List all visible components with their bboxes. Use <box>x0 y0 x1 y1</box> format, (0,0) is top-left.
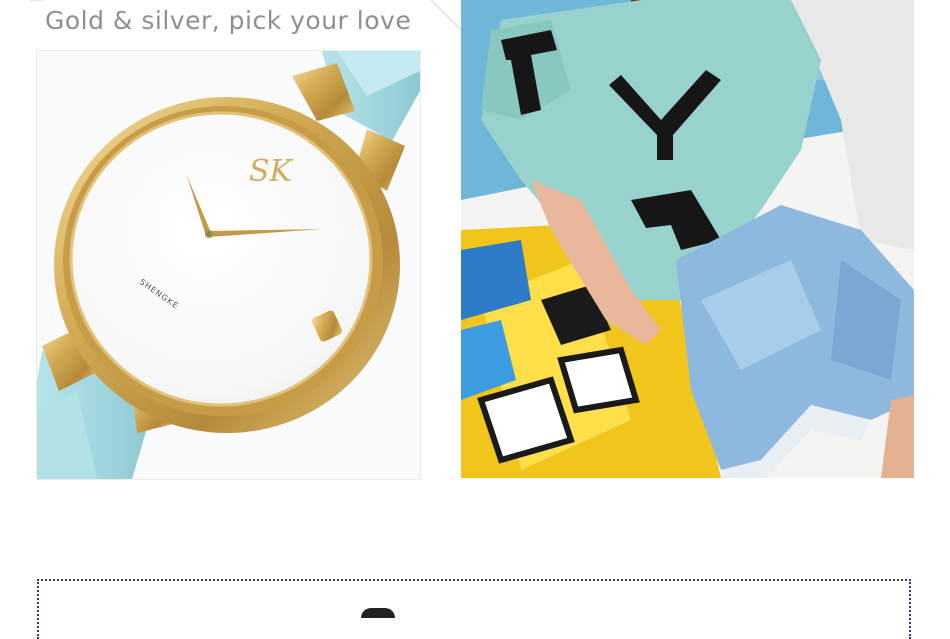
decorative-corner <box>30 0 44 9</box>
model-illustration <box>461 0 914 478</box>
headline: Gold & silver, pick your love <box>45 6 412 35</box>
logo-mark: SK <box>249 154 294 189</box>
next-section-peek <box>361 608 395 618</box>
next-section-frame <box>37 579 911 639</box>
watch-photo: SK SHENGKE <box>36 50 421 480</box>
model-photo <box>461 0 914 478</box>
watch-illustration: SK SHENGKE <box>37 51 420 479</box>
